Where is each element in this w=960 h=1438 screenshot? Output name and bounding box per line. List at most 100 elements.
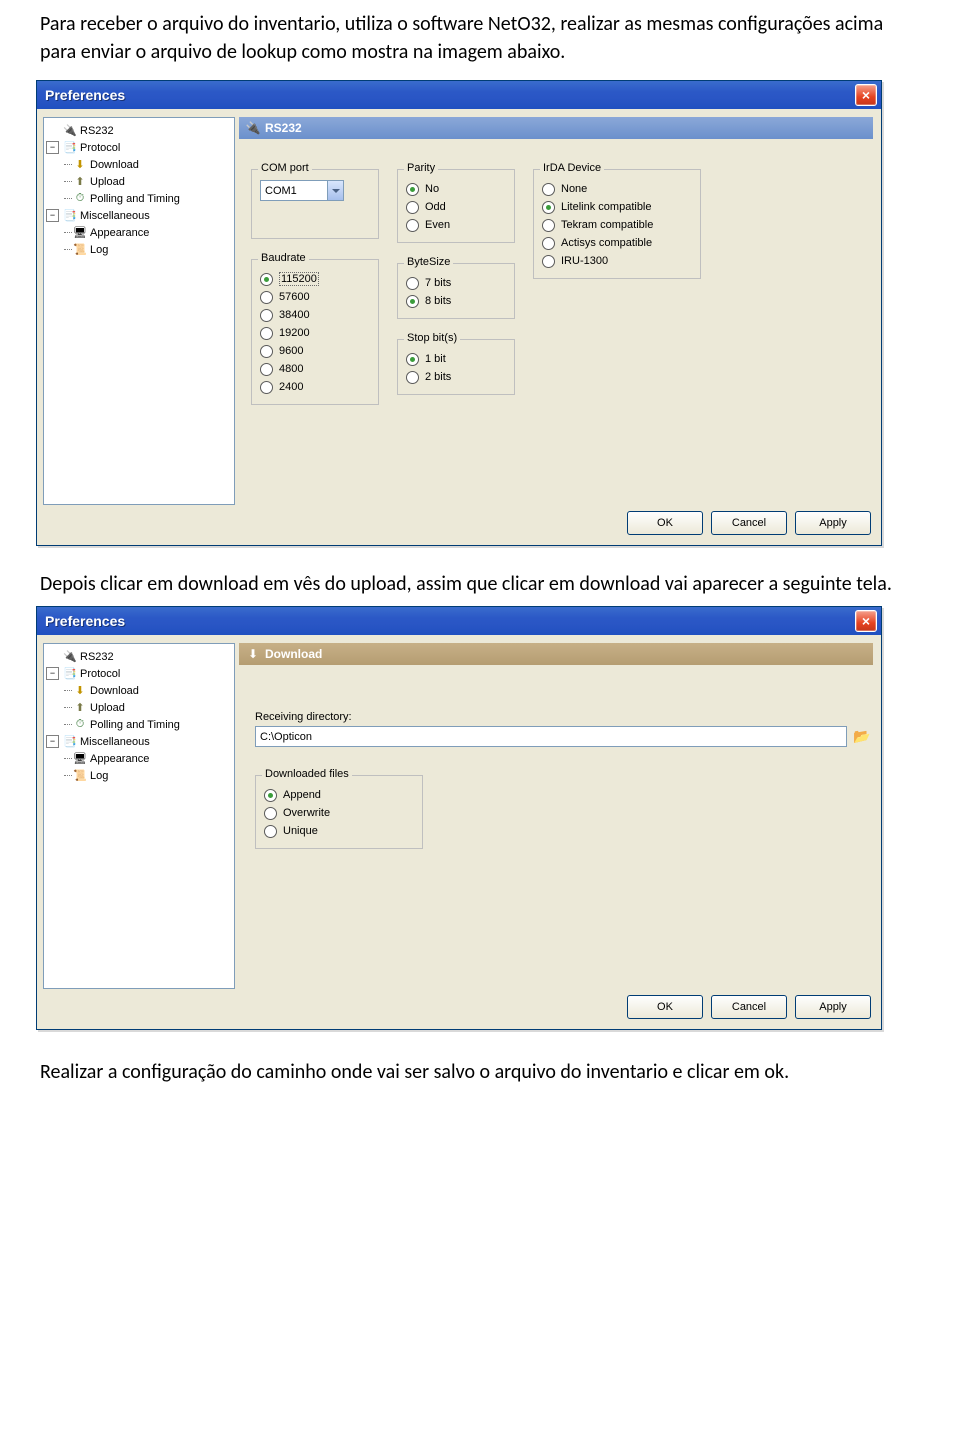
tree-item-appearance[interactable]: 🖥 Appearance: [46, 750, 232, 767]
close-icon: ×: [862, 614, 870, 628]
irda-group: IrDA Device None Litelink compatible Tek…: [533, 169, 701, 279]
ok-button[interactable]: OK: [627, 511, 703, 535]
window-title: Preferences: [45, 613, 125, 629]
cancel-button[interactable]: Cancel: [711, 511, 787, 535]
tree-label: Miscellaneous: [80, 210, 150, 222]
radio-label: 7 bits: [425, 277, 451, 289]
tree-item-rs232[interactable]: − 🔌 RS232: [46, 648, 232, 665]
titlebar: Preferences ×: [37, 607, 881, 635]
tree-item-download[interactable]: ⬇ Download: [46, 156, 232, 173]
file-overwrite-radio[interactable]: Overwrite: [264, 804, 414, 822]
tree-item-rs232[interactable]: − 🔌 RS232: [46, 122, 232, 139]
tree-item-appearance[interactable]: 🖥 Appearance: [46, 224, 232, 241]
radio-label: 2400: [279, 381, 303, 393]
radio-label: 4800: [279, 363, 303, 375]
folder-icon: 📂: [853, 728, 870, 745]
radio-label: Overwrite: [283, 807, 330, 819]
preferences-dialog-download: Preferences × − 🔌 RS232 − 📑 Protocol: [36, 606, 882, 1030]
download-icon: ⬇: [72, 683, 88, 699]
irda-litelink-radio[interactable]: Litelink compatible: [542, 198, 692, 216]
serial-icon: 🔌: [245, 120, 261, 136]
bytesize-7-radio[interactable]: 7 bits: [406, 274, 506, 292]
cancel-button[interactable]: Cancel: [711, 995, 787, 1019]
misc-icon: 📑: [62, 208, 78, 224]
radio-label: 1 bit: [425, 353, 446, 365]
dropdown-button[interactable]: [327, 181, 343, 200]
radio-label: Append: [283, 789, 321, 801]
group-label: ByteSize: [404, 256, 453, 268]
radio-label: 57600: [279, 291, 310, 303]
paragraph-2: Depois clicar em download em vês do uplo…: [40, 570, 920, 598]
tree-view[interactable]: − 🔌 RS232 − 📑 Protocol ⬇ Download: [43, 643, 235, 989]
baud-38400-radio[interactable]: 38400: [260, 306, 370, 324]
log-icon: 📜: [72, 768, 88, 784]
serial-icon: 🔌: [62, 123, 78, 139]
baud-4800-radio[interactable]: 4800: [260, 360, 370, 378]
file-unique-radio[interactable]: Unique: [264, 822, 414, 840]
protocol-icon: 📑: [62, 666, 78, 682]
recvdir-input[interactable]: C:\Opticon: [255, 726, 847, 747]
tree-item-misc[interactable]: − 📑 Miscellaneous: [46, 733, 232, 750]
tree-item-log[interactable]: 📜 Log: [46, 767, 232, 784]
bytesize-8-radio[interactable]: 8 bits: [406, 292, 506, 310]
apply-button[interactable]: Apply: [795, 995, 871, 1019]
irda-iru1300-radio[interactable]: IRU-1300: [542, 252, 692, 270]
stopbit-1-radio[interactable]: 1 bit: [406, 350, 506, 368]
comport-select[interactable]: COM1: [260, 180, 344, 201]
tree-item-protocol[interactable]: − 📑 Protocol: [46, 139, 232, 156]
radio-label: 8 bits: [425, 295, 451, 307]
button-row: OK Cancel Apply: [37, 503, 881, 545]
section-header-download: ⬇ Download: [239, 643, 873, 665]
baud-9600-radio[interactable]: 9600: [260, 342, 370, 360]
baud-19200-radio[interactable]: 19200: [260, 324, 370, 342]
stopbit-2-radio[interactable]: 2 bits: [406, 368, 506, 386]
tree-label: Download: [90, 685, 139, 697]
browse-folder-button[interactable]: 📂: [851, 727, 873, 747]
titlebar: Preferences ×: [37, 81, 881, 109]
appearance-icon: 🖥: [72, 751, 88, 767]
radio-label: 115200: [279, 272, 319, 286]
paragraph-1: Para receber o arquivo do inventario, ut…: [40, 10, 920, 66]
chevron-down-icon: [332, 189, 340, 193]
tree-view[interactable]: − 🔌 RS232 − 📑 Protocol ⬇ Download: [43, 117, 235, 505]
tree-item-protocol[interactable]: − 📑 Protocol: [46, 665, 232, 682]
ok-button[interactable]: OK: [627, 995, 703, 1019]
baud-57600-radio[interactable]: 57600: [260, 288, 370, 306]
irda-actisys-radio[interactable]: Actisys compatible: [542, 234, 692, 252]
close-button[interactable]: ×: [855, 84, 877, 106]
group-label: Stop bit(s): [404, 332, 460, 344]
radio-label: IRU-1300: [561, 255, 608, 267]
close-button[interactable]: ×: [855, 610, 877, 632]
tree-item-polling[interactable]: ⏱ Polling and Timing: [46, 716, 232, 733]
tree-label: Protocol: [80, 142, 120, 154]
tree-label: Miscellaneous: [80, 736, 150, 748]
tree-label: Upload: [90, 702, 125, 714]
tree-item-upload[interactable]: ⬆ Upload: [46, 173, 232, 190]
combo-value: COM1: [261, 185, 327, 197]
baud-2400-radio[interactable]: 2400: [260, 378, 370, 396]
irda-tekram-radio[interactable]: Tekram compatible: [542, 216, 692, 234]
tree-item-upload[interactable]: ⬆ Upload: [46, 699, 232, 716]
parity-no-radio[interactable]: No: [406, 180, 506, 198]
tree-item-polling[interactable]: ⏱ Polling and Timing: [46, 190, 232, 207]
group-label: Baudrate: [258, 252, 309, 264]
apply-button[interactable]: Apply: [795, 511, 871, 535]
parity-odd-radio[interactable]: Odd: [406, 198, 506, 216]
window-title: Preferences: [45, 87, 125, 103]
file-append-radio[interactable]: Append: [264, 786, 414, 804]
baud-115200-radio[interactable]: 115200: [260, 270, 370, 288]
misc-icon: 📑: [62, 734, 78, 750]
tree-label: Appearance: [90, 227, 149, 239]
parity-even-radio[interactable]: Even: [406, 216, 506, 234]
radio-label: Odd: [425, 201, 446, 213]
stopbits-group: Stop bit(s) 1 bit 2 bits: [397, 339, 515, 395]
tree-item-log[interactable]: 📜 Log: [46, 241, 232, 258]
tree-item-misc[interactable]: − 📑 Miscellaneous: [46, 207, 232, 224]
tree-label: Log: [90, 244, 108, 256]
radio-label: Tekram compatible: [561, 219, 653, 231]
group-label: Parity: [404, 162, 438, 174]
radio-label: Unique: [283, 825, 318, 837]
irda-none-radio[interactable]: None: [542, 180, 692, 198]
tree-item-download[interactable]: ⬇ Download: [46, 682, 232, 699]
upload-icon: ⬆: [72, 174, 88, 190]
